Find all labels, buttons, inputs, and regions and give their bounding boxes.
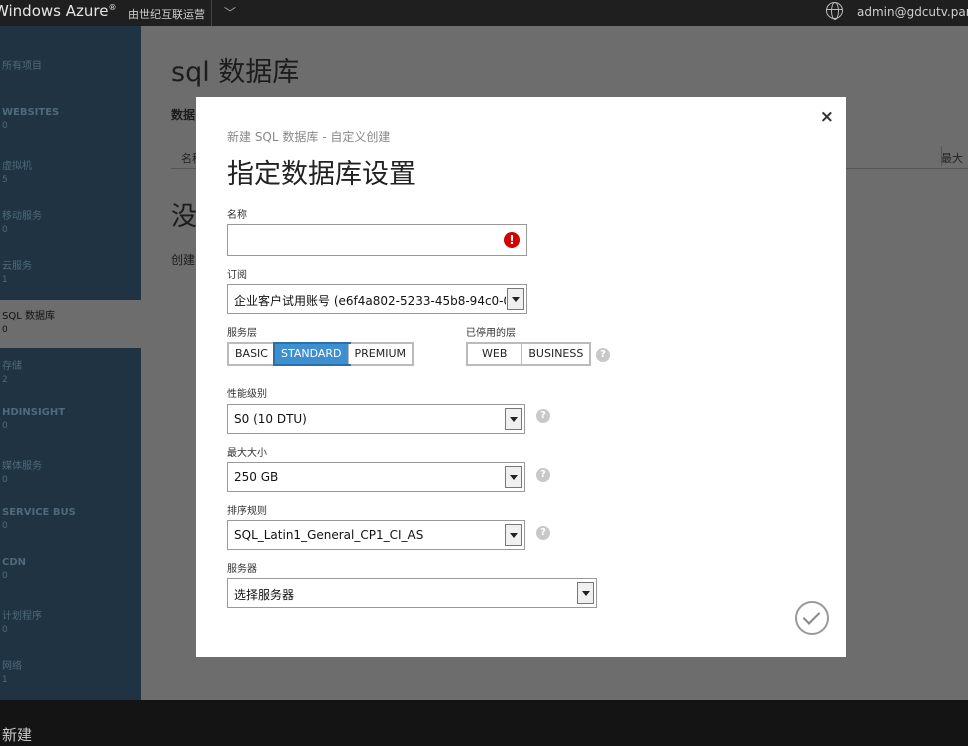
- close-icon[interactable]: ×: [820, 107, 834, 127]
- sidebar-item-scheduler[interactable]: 计划程序 0: [0, 600, 141, 648]
- sidebar-item-all[interactable]: 所有项目: [0, 50, 141, 98]
- tier-standard-option[interactable]: STANDARD: [272, 342, 351, 366]
- dialog-breadcrumb: 新建 SQL 数据库 - 自定义创建: [227, 130, 391, 144]
- subscription-value: 企业客户试用账号 (e6f4a802-5233-45b8-94c0-0: [234, 294, 506, 308]
- empty-state-link[interactable]: 创建: [171, 251, 195, 268]
- name-label: 名称: [227, 210, 247, 221]
- help-icon[interactable]: ?: [536, 468, 550, 482]
- server-select[interactable]: 选择服务器: [227, 578, 597, 608]
- sidebar-item-count: 2: [2, 375, 8, 385]
- sidebar-item-label: 虚拟机: [2, 161, 32, 172]
- tier-business-option[interactable]: BUSINESS: [522, 344, 590, 364]
- sidebar-item-count: 1: [2, 675, 8, 685]
- server-value: 选择服务器: [234, 588, 295, 602]
- new-button[interactable]: 新建: [2, 724, 32, 745]
- confirm-checkmark-button[interactable]: [795, 601, 829, 635]
- name-input[interactable]: [228, 225, 498, 255]
- sidebar-item-label: HDINSIGHT: [2, 407, 66, 418]
- account-name[interactable]: admin@gdcutv.partn: [857, 5, 968, 19]
- sidebar-item-label: SERVICE BUS: [2, 507, 76, 518]
- dialog-title: 指定数据库设置: [227, 159, 416, 190]
- globe-icon[interactable]: [826, 2, 843, 20]
- sidebar-item-count: 0: [2, 225, 8, 235]
- sidebar-item-label: 所有项目: [2, 61, 42, 72]
- section-tab[interactable]: 数据: [171, 106, 195, 123]
- chevron-down-icon[interactable]: [505, 466, 522, 488]
- brand-mark: ®: [108, 3, 117, 12]
- tier-web-option[interactable]: WEB: [468, 344, 523, 364]
- sidebar-item-label: CDN: [2, 557, 27, 568]
- server-label: 服务器: [227, 564, 257, 575]
- sidebar-item-mobile[interactable]: 移动服务 0: [0, 200, 141, 248]
- sidebar-item-count: 5: [2, 175, 8, 185]
- sidebar-item-label: 存储: [2, 361, 22, 372]
- sidebar-item-label: 移动服务: [2, 211, 42, 222]
- max-size-select[interactable]: 250 GB: [227, 462, 525, 492]
- sidebar-item-vms[interactable]: 虚拟机 5: [0, 150, 141, 198]
- sidebar-item-count: 1: [2, 275, 8, 285]
- tier-basic-option[interactable]: BASIC: [229, 344, 275, 364]
- name-field-wrapper: !: [227, 224, 527, 256]
- help-icon[interactable]: ?: [596, 348, 610, 362]
- tier-label: 服务层: [227, 328, 257, 339]
- performance-value: S0 (10 DTU): [234, 412, 307, 426]
- empty-state-title: 没: [171, 202, 198, 232]
- retired-tier-label: 已停用的层: [466, 328, 516, 339]
- tier-selector: BASIC STANDARD PREMIUM: [227, 342, 415, 366]
- help-icon[interactable]: ?: [536, 526, 550, 540]
- azure-logo[interactable]: Windows Azure®: [0, 2, 116, 20]
- sidebar-item-label: WEBSITES: [2, 107, 60, 118]
- sidebar-item-count: 0: [2, 521, 8, 531]
- sidebar-item-count: 0: [2, 571, 8, 581]
- help-icon[interactable]: ?: [536, 409, 550, 423]
- retired-tier-selector: WEB BUSINESS: [466, 342, 592, 366]
- create-sql-database-dialog: × 新建 SQL 数据库 - 自定义创建 指定数据库设置 名称 ! 订阅 企业客…: [196, 97, 846, 657]
- brand-text: Windows Azure: [0, 2, 109, 20]
- sidebar-item-network[interactable]: 网络 1: [0, 650, 141, 698]
- divider: [211, 0, 212, 26]
- sidebar-item-count: 0: [2, 325, 8, 335]
- subscription-label: 订阅: [227, 270, 247, 281]
- top-bar: Windows Azure® 由世纪互联运营 ﹀ admin@gdcutv.pa…: [0, 0, 968, 26]
- collation-select[interactable]: SQL_Latin1_General_CP1_CI_AS: [227, 520, 525, 550]
- performance-select[interactable]: S0 (10 DTU): [227, 404, 525, 434]
- subscription-select[interactable]: 企业客户试用账号 (e6f4a802-5233-45b8-94c0-0: [227, 284, 527, 314]
- chevron-down-icon[interactable]: [505, 524, 522, 546]
- chevron-down-icon[interactable]: [507, 288, 524, 310]
- chevron-down-icon[interactable]: [577, 582, 594, 604]
- sidebar-item-label: 网络: [2, 661, 22, 672]
- sidebar-item-count: 0: [2, 625, 8, 635]
- max-size-label: 最大大小: [227, 448, 267, 459]
- column-header-max[interactable]: 最大: [941, 150, 963, 166]
- collation-value: SQL_Latin1_General_CP1_CI_AS: [234, 528, 424, 542]
- sidebar-item-count: 0: [2, 121, 8, 131]
- sidebar-item-media[interactable]: 媒体服务 0: [0, 450, 141, 498]
- sidebar-item-label: 云服务: [2, 261, 32, 272]
- error-icon: !: [504, 232, 520, 248]
- sidebar-item-count: 0: [2, 421, 8, 431]
- sidebar-item-label: 计划程序: [2, 611, 42, 622]
- page-title: sql 数据库: [171, 57, 300, 88]
- sidebar-item-sql[interactable]: SQL 数据库 0: [0, 300, 141, 348]
- collation-label: 排序规则: [227, 506, 267, 517]
- sidebar-item-storage[interactable]: 存储 2: [0, 350, 141, 398]
- sidebar-item-cloud[interactable]: 云服务 1: [0, 250, 141, 298]
- command-bar: 新建: [0, 700, 968, 746]
- max-size-value: 250 GB: [234, 470, 279, 484]
- sidebar-item-count: 0: [2, 475, 8, 485]
- sidebar: 所有项目 WEBSITES 0 虚拟机 5 移动服务 0 云服务 1 SQL 数据库 0 …: [0, 26, 141, 700]
- sidebar-item-cdn[interactable]: CDN 0: [0, 550, 141, 598]
- sidebar-item-hdinsight[interactable]: HDINSIGHT 0: [0, 400, 141, 448]
- sidebar-item-label: 媒体服务: [2, 461, 42, 472]
- sidebar-item-servicebus[interactable]: SERVICE BUS 0: [0, 500, 141, 548]
- chevron-down-icon[interactable]: [505, 408, 522, 430]
- sidebar-item-websites[interactable]: WEBSITES 0: [0, 100, 141, 148]
- performance-label: 性能级别: [227, 389, 267, 400]
- tenant-label: 由世纪互联运营: [128, 8, 205, 21]
- chevron-down-icon[interactable]: ﹀: [224, 4, 236, 21]
- tier-premium-option[interactable]: PREMIUM: [348, 344, 413, 364]
- sidebar-item-label: SQL 数据库: [2, 311, 55, 322]
